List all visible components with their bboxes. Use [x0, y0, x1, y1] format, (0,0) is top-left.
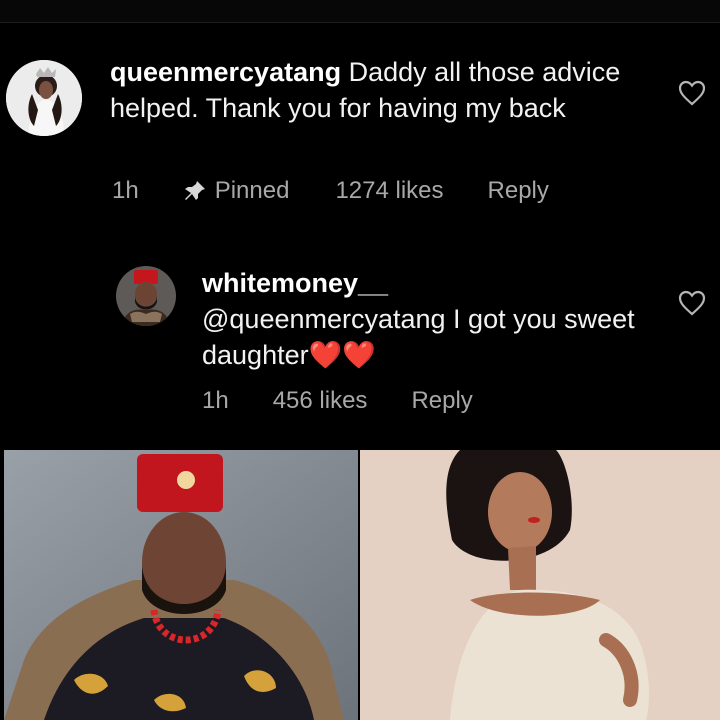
reply-meta: 1h 456 likes Reply [202, 384, 473, 418]
reply-likes[interactable]: 456 likes [273, 387, 368, 415]
comment-username[interactable]: queenmercyatang [110, 57, 341, 87]
reply-avatar[interactable] [116, 266, 176, 326]
comment-meta: 1h Pinned 1274 likes Reply [112, 174, 549, 208]
pin-icon [183, 179, 207, 203]
comment-time: 1h [112, 177, 139, 204]
heart-outline-icon[interactable] [678, 80, 706, 106]
photo-woman-curly-hair [360, 450, 720, 720]
reply-username[interactable]: whitemoney__ [202, 265, 642, 301]
avatar[interactable] [6, 60, 82, 136]
photo-man-red-cap [4, 450, 358, 720]
top-divider [0, 0, 720, 23]
comment-text: queenmercyatang Daddy all those advice h… [110, 54, 670, 126]
comment-likes[interactable]: 1274 likes [335, 177, 443, 205]
comment-reply-button[interactable]: Reply [488, 177, 549, 205]
heart-emoji: ❤️❤️ [308, 340, 376, 370]
reply-text: whitemoney__ @queenmercyatang I got you … [202, 265, 642, 373]
reply-time: 1h [202, 387, 229, 414]
reply-body: @queenmercyatang I got you sweet daughte… [202, 304, 635, 370]
pinned-label: Pinned [214, 177, 290, 204]
heart-outline-icon[interactable] [678, 290, 706, 316]
reply-reply-button[interactable]: Reply [411, 387, 472, 415]
